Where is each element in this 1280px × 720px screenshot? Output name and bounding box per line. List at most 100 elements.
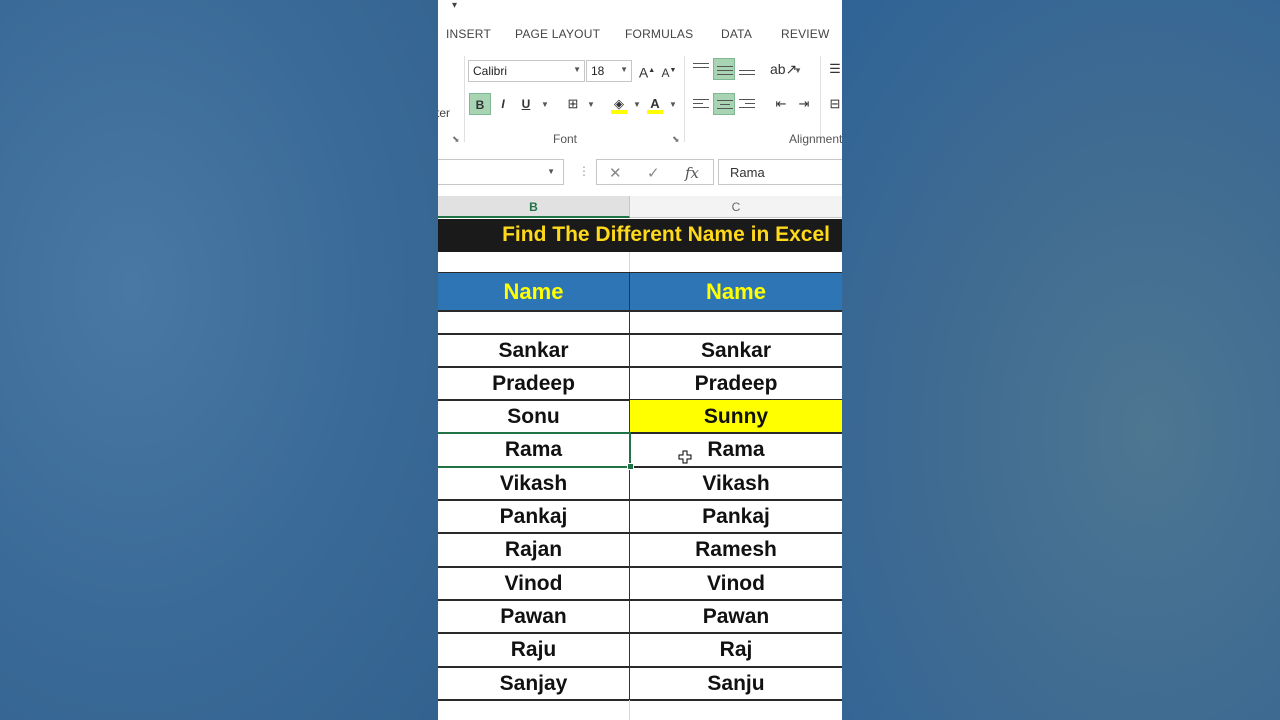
chevron-down-icon[interactable]: ▼ xyxy=(669,100,677,109)
font-name-value: Calibri xyxy=(473,64,508,78)
italic-button[interactable]: I xyxy=(492,93,514,115)
name-cell-b[interactable]: Pawan xyxy=(438,600,630,633)
name-cell-c[interactable]: Vinod xyxy=(630,567,842,600)
font-size-dropdown[interactable]: 18 ▼ xyxy=(586,60,632,82)
name-cell-b[interactable]: Rajan xyxy=(438,533,630,566)
fill-color-swatch xyxy=(611,110,627,114)
blank-cell-c[interactable] xyxy=(630,311,842,334)
chevron-down-icon[interactable]: ▼ xyxy=(587,100,595,109)
grow-font-icon: A xyxy=(638,64,649,81)
background-left xyxy=(0,0,438,720)
font-name-dropdown[interactable]: Calibri ▼ xyxy=(468,60,585,82)
chevron-down-icon[interactable]: ▼ xyxy=(541,100,549,109)
cell-cursor-icon xyxy=(678,450,692,464)
font-color-button[interactable]: A xyxy=(644,93,666,115)
formula-input[interactable]: Rama xyxy=(718,159,842,185)
merge-center-icon: ⊟ xyxy=(829,96,841,111)
header-cell-c[interactable]: Name xyxy=(630,273,842,311)
name-cell-c[interactable]: Rama xyxy=(630,433,842,466)
name-cell-b[interactable]: Pankaj xyxy=(438,500,630,533)
name-cell-b[interactable]: Pradeep xyxy=(438,367,630,400)
shrink-font-button[interactable]: A▼ xyxy=(658,60,680,82)
alignment-group-label: Alignment xyxy=(789,132,842,146)
name-cell-c[interactable]: Sanju xyxy=(630,667,842,700)
different-name-cell[interactable]: Sunny xyxy=(630,400,842,433)
top-align-icon xyxy=(693,60,709,71)
middle-align-button[interactable] xyxy=(713,58,735,80)
bottom-align-icon xyxy=(739,67,755,78)
name-cell-c[interactable]: Ramesh xyxy=(630,533,842,566)
ribbon-home: ter ⬊ Calibri ▼ 18 ▼ A▲ A▼ B I U ▼ ⊞ ▼ ◈… xyxy=(438,48,842,149)
middle-align-icon xyxy=(717,63,733,78)
name-cell-c[interactable]: Vikash xyxy=(630,467,842,500)
font-color-icon: A xyxy=(650,96,660,111)
grow-font-button[interactable]: A▲ xyxy=(636,60,658,82)
insert-function-icon[interactable]: fx xyxy=(685,164,699,182)
fill-handle[interactable] xyxy=(627,463,634,470)
name-box[interactable]: ▼ xyxy=(438,159,564,185)
top-align-button[interactable] xyxy=(690,58,712,80)
decrease-indent-button[interactable]: ⇤ xyxy=(770,93,792,115)
borders-icon: ⊞ xyxy=(567,96,579,111)
cancel-icon[interactable]: ✕ xyxy=(609,164,622,182)
align-left-button[interactable] xyxy=(690,93,712,115)
name-cell-b[interactable]: Sonu xyxy=(438,400,630,433)
sheet-title: Find The Different Name in Excel xyxy=(502,223,830,246)
tab-data[interactable]: DATA xyxy=(721,27,752,41)
underline-button[interactable]: U xyxy=(515,93,537,115)
chevron-down-icon[interactable]: ▼ xyxy=(633,100,641,109)
tab-page-layout[interactable]: PAGE LAYOUT xyxy=(515,27,600,41)
align-left-icon xyxy=(693,96,709,111)
increase-indent-icon: ⇥ xyxy=(798,96,810,111)
bottom-align-button[interactable] xyxy=(736,58,758,80)
gridline xyxy=(629,252,630,272)
name-cell-c[interactable]: Sankar xyxy=(630,334,842,367)
font-group-label: Font xyxy=(553,132,578,146)
chevron-down-icon[interactable]: ▼ xyxy=(794,66,802,75)
align-center-button[interactable] xyxy=(713,93,735,115)
borders-button[interactable]: ⊞ xyxy=(562,93,584,115)
name-cell-b[interactable]: Sankar xyxy=(438,334,630,367)
fill-color-button[interactable]: ◈ xyxy=(608,93,630,115)
name-cell-b[interactable]: Sanjay xyxy=(438,667,630,700)
name-cell-c[interactable]: Raj xyxy=(630,633,842,666)
ribbon-tabs: INSERT PAGE LAYOUT FORMULAS DATA REVIEW xyxy=(438,20,842,48)
bold-button[interactable]: B xyxy=(469,93,491,115)
name-cell-c[interactable]: Pankaj xyxy=(630,500,842,533)
name-cell-b[interactable]: Raju xyxy=(438,633,630,666)
customize-toolbar-icon[interactable]: ▾ xyxy=(452,0,457,11)
font-launcher-icon[interactable]: ⬊ xyxy=(672,134,680,145)
enter-icon[interactable]: ✓ xyxy=(647,164,660,182)
title-banner[interactable]: Find The Different Name in Excel xyxy=(438,219,842,252)
column-header-c[interactable]: C xyxy=(630,196,842,218)
formula-actions: ✕ ✓ fx xyxy=(596,159,714,185)
formula-bar-splitter-icon[interactable]: ⋮ xyxy=(578,164,590,178)
align-right-button[interactable] xyxy=(736,93,758,115)
name-cell-b[interactable]: Vikash xyxy=(438,467,630,500)
name-cell-c[interactable]: Pawan xyxy=(630,600,842,633)
excel-window: ▾ INSERT PAGE LAYOUT FORMULAS DATA REVIE… xyxy=(438,0,842,720)
active-cell-selection[interactable] xyxy=(438,432,631,468)
font-size-value: 18 xyxy=(591,64,605,78)
header-cell-b[interactable]: Name xyxy=(438,273,630,311)
merge-center-button[interactable]: ⊟ xyxy=(824,93,842,115)
align-right-icon xyxy=(739,96,755,111)
name-cell-c[interactable]: Pradeep xyxy=(630,367,842,400)
tab-formulas[interactable]: FORMULAS xyxy=(625,27,693,41)
blank-cell-b[interactable] xyxy=(438,311,630,334)
wrap-text-button[interactable]: ☰ xyxy=(824,58,842,80)
shrink-font-icon: A xyxy=(661,66,670,80)
name-cell-b[interactable]: Vinod xyxy=(438,567,630,600)
paint-bucket-icon: ◈ xyxy=(614,96,624,111)
chevron-down-icon: ▼ xyxy=(620,65,628,74)
group-separator xyxy=(684,56,685,142)
clipboard-launcher-icon[interactable]: ⬊ xyxy=(452,134,460,145)
tab-review[interactable]: REVIEW xyxy=(781,27,830,41)
column-header-b[interactable]: B xyxy=(438,196,630,218)
group-separator xyxy=(820,56,821,142)
tab-insert[interactable]: INSERT xyxy=(446,27,491,41)
chevron-down-icon: ▼ xyxy=(547,167,555,176)
increase-indent-button[interactable]: ⇥ xyxy=(793,93,815,115)
background-right xyxy=(842,0,1280,720)
orientation-button[interactable]: ab↗ xyxy=(770,58,797,80)
